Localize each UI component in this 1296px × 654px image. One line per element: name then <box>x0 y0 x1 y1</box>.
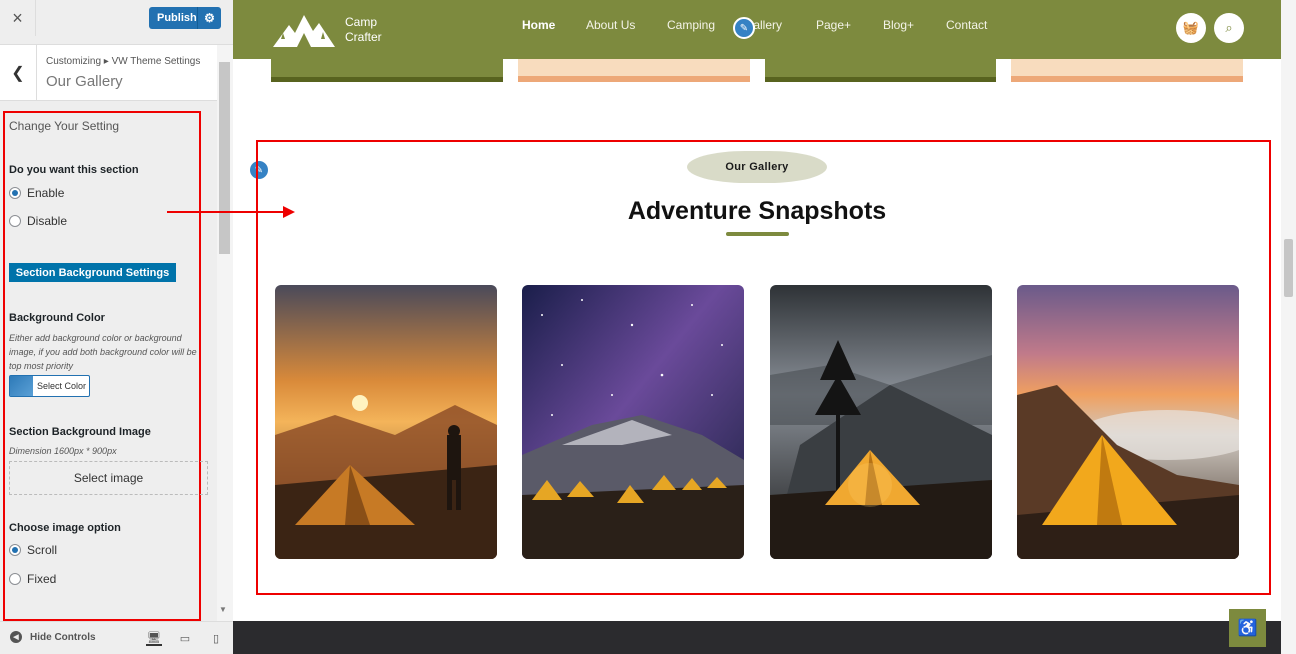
publish-label: Publish <box>157 12 197 24</box>
edit-shortcut-icon[interactable]: ✎ <box>733 17 755 39</box>
cart-icon[interactable]: 🧺 <box>1176 13 1206 43</box>
enable-radio[interactable]: Enable <box>9 186 64 200</box>
radio-unchecked-icon <box>9 215 21 227</box>
scroll-down-icon[interactable]: ▼ <box>219 605 227 614</box>
tablet-preview-icon[interactable]: ▭ <box>177 630 193 646</box>
scroll-radio[interactable]: Scroll <box>9 543 57 557</box>
gallery-photo-mountain-tree[interactable] <box>770 285 992 559</box>
gear-icon[interactable]: ⚙ <box>197 7 221 29</box>
sidebar-scroll-thumb[interactable] <box>219 62 230 254</box>
accessibility-icon[interactable]: ♿ <box>1229 609 1266 647</box>
nav-about-us[interactable]: About Us <box>586 18 635 32</box>
hide-controls-label: Hide Controls <box>30 631 96 643</box>
breadcrumb: Customizing ▸ VW Theme Settings <box>46 56 201 67</box>
card-bottom-strip <box>1011 59 1243 82</box>
annotation-arrow <box>167 206 295 218</box>
page-title: Our Gallery <box>46 73 123 90</box>
section-bg-settings-button[interactable]: Section Background Settings <box>9 263 176 282</box>
back-arrow-icon[interactable]: ❮ <box>0 45 37 101</box>
search-icon[interactable]: ⌕ <box>1214 13 1244 43</box>
gallery-badge: Our Gallery <box>687 151 827 183</box>
disable-label: Disable <box>27 214 68 228</box>
bg-color-description: Either add background color or backgroun… <box>9 333 197 371</box>
card-bottom-strip <box>271 59 503 82</box>
image-option-label: Choose image option <box>9 522 121 534</box>
nav-home[interactable]: Home <box>522 18 555 32</box>
publish-button[interactable]: Publish ⚙ <box>149 7 221 29</box>
radio-checked-icon <box>9 544 21 556</box>
nav-page[interactable]: Page+ <box>816 18 851 32</box>
camp-logo-icon <box>273 15 335 47</box>
mobile-preview-icon[interactable]: ▯ <box>208 630 224 646</box>
fixed-label: Fixed <box>27 572 57 586</box>
section-header: ❮ Customizing ▸ VW Theme Settings Our Ga… <box>0 45 217 101</box>
select-color-button[interactable]: Select Color <box>9 375 90 397</box>
customizer-screen: × Publish ⚙ ❮ Customizing ▸ VW Theme Set… <box>0 0 1296 654</box>
radio-checked-icon <box>9 187 21 199</box>
select-image-button[interactable]: Select image <box>9 461 208 495</box>
bg-image-dimension: Dimension 1600px * 900px <box>9 446 117 456</box>
customizer-topbar: × Publish ⚙ <box>0 0 233 45</box>
bg-image-label: Section Background Image <box>9 426 151 438</box>
site-navbar: Camp Crafter Home About Us Camping Galle… <box>233 0 1281 59</box>
card-bottom-strip <box>765 59 996 82</box>
site-footer <box>233 621 1281 654</box>
gallery-title: Adventure Snapshots <box>627 197 887 225</box>
select-color-label: Select Color <box>37 381 87 391</box>
disable-radio[interactable]: Disable <box>9 214 67 228</box>
enable-question: Do you want this section <box>9 164 139 176</box>
gallery-photo-sunset-hiker[interactable] <box>275 285 497 559</box>
logo-line-1: Camp <box>345 15 378 29</box>
card-bottom-strip <box>518 59 750 82</box>
panel-heading: Change Your Setting <box>9 119 120 133</box>
hide-controls-button[interactable]: ◀ Hide Controls <box>10 631 96 643</box>
desktop-preview-icon[interactable]: 🖥 <box>146 630 162 646</box>
scroll-label: Scroll <box>27 543 58 557</box>
customizer-footer: ◀ Hide Controls 🖥 ▭ ▯ <box>0 621 233 654</box>
preview-scroll-thumb[interactable] <box>1284 239 1293 297</box>
radio-unchecked-icon <box>9 573 21 585</box>
collapse-icon: ◀ <box>10 631 22 643</box>
logo-line-2: Crafter <box>345 30 382 44</box>
bg-color-label: Background Color <box>9 312 105 324</box>
fixed-radio[interactable]: Fixed <box>9 572 56 586</box>
enable-label: Enable <box>27 186 65 200</box>
color-swatch <box>10 376 33 396</box>
close-icon[interactable]: × <box>0 0 36 36</box>
gallery-photo-sunrise-clouds[interactable] <box>1017 285 1239 559</box>
title-underline <box>726 232 789 236</box>
site-preview: Camp Crafter Home About Us Camping Galle… <box>233 0 1296 654</box>
nav-contact[interactable]: Contact <box>946 18 987 32</box>
preview-scrollbar[interactable] <box>1281 0 1296 654</box>
nav-blog[interactable]: Blog+ <box>883 18 914 32</box>
gallery-photo-starry-night[interactable] <box>522 285 744 559</box>
site-logo-text[interactable]: Camp Crafter <box>345 15 382 45</box>
customizer-sidebar: × Publish ⚙ ❮ Customizing ▸ VW Theme Set… <box>0 0 233 654</box>
nav-camping[interactable]: Camping <box>667 18 715 32</box>
